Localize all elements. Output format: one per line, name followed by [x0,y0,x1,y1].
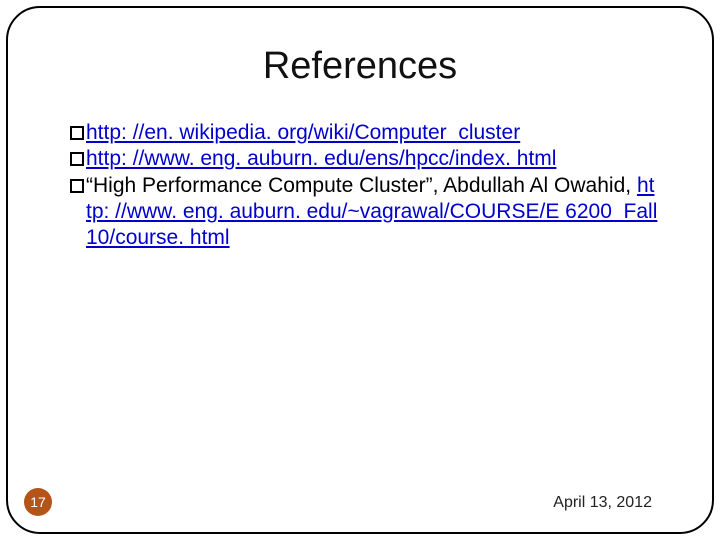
ref-link-1[interactable]: http: //en. wikipedia. org/wiki/Computer… [86,121,520,144]
references-list: http: //en. wikipedia. org/wiki/Computer… [70,120,660,251]
ref-link-2[interactable]: http: //www. eng. auburn. edu/ens/hpcc/i… [86,147,556,170]
page-number-badge: 17 [24,488,52,516]
ref3-title: “High Performance Compute Cluster”, [86,174,438,197]
bullet-icon [70,152,84,166]
ref-item-1: http: //en. wikipedia. org/wiki/Computer… [70,120,660,146]
ref-item-2: http: //www. eng. auburn. edu/ens/hpcc/i… [70,146,660,172]
ref3-author: Abdullah Al Owahid, [438,174,636,197]
bullet-icon [70,126,84,140]
bullet-icon [70,179,84,193]
ref-item-3: “High Performance Compute Cluster”, Abdu… [70,173,660,252]
page-title: References [0,45,720,88]
slide-date: April 13, 2012 [553,494,652,512]
